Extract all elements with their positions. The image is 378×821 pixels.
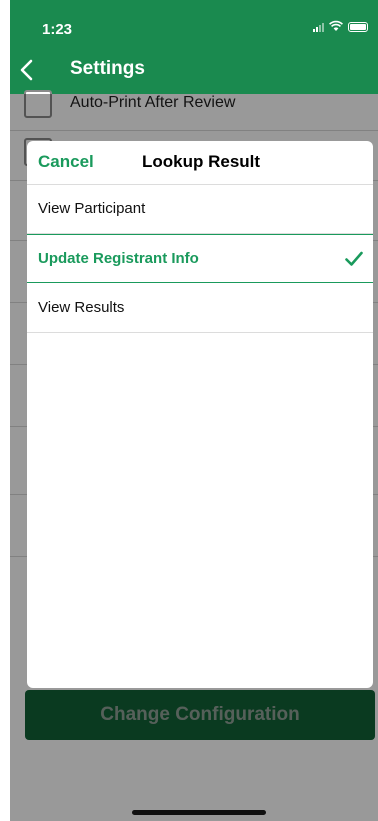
option-view-participant[interactable]: View Participant — [27, 185, 373, 234]
wifi-icon — [329, 20, 343, 31]
checkmark-icon — [345, 251, 363, 266]
status-time: 1:23 — [42, 21, 73, 38]
battery-icon — [348, 22, 368, 32]
lookup-result-sheet: Cancel Lookup Result View Participant Up… — [27, 141, 373, 688]
sheet-title: Lookup Result — [142, 152, 261, 171]
option-label: View Participant — [38, 200, 146, 217]
status-icons — [313, 20, 368, 32]
option-update-registrant-info[interactable]: Update Registrant Info — [27, 234, 373, 283]
option-label: Update Registrant Info — [38, 250, 199, 267]
header-bar: 1:23 Settings — [10, 0, 378, 94]
button-dim-overlay — [25, 690, 375, 740]
option-label: View Results — [38, 299, 125, 316]
phone-screen: 1:23 Settings Auto-Print After Review Ch… — [10, 0, 378, 821]
option-view-results[interactable]: View Results — [27, 284, 373, 333]
home-indicator — [132, 810, 266, 815]
cancel-button[interactable]: Cancel — [38, 152, 94, 172]
sheet-header: Cancel Lookup Result — [27, 141, 373, 185]
signal-icon — [313, 22, 324, 32]
nav-title: Settings — [70, 58, 145, 79]
back-chevron-icon[interactable] — [18, 58, 36, 82]
